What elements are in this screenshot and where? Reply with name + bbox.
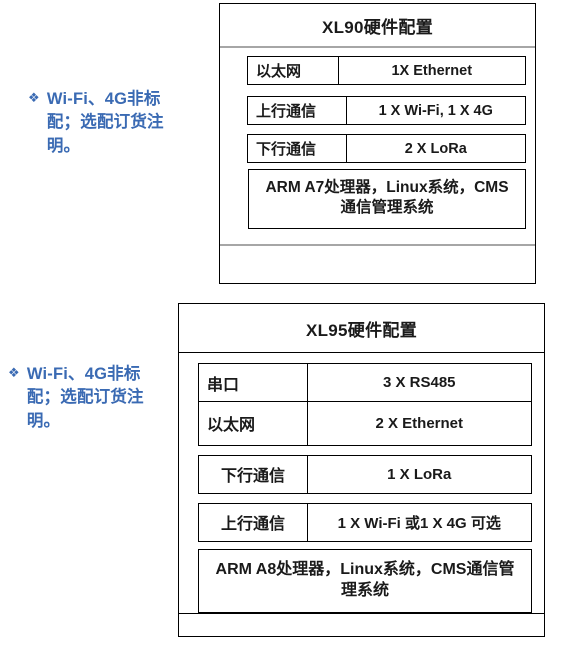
table-row: 串口 3 X RS485 [198,363,532,402]
spec-table-xl90: 以太网 1X Ethernet 上行通信 1 X Wi-Fi, 1 X 4G 下… [220,48,535,244]
note-block-xl95: ❖ Wi-Fi、4G非标配；选配订货注明。 [8,363,155,433]
spec-table-xl95: 串口 3 X RS485 以太网 2 X Ethernet 下行通信 1 X L… [179,353,544,614]
spec-value: 1 X Wi-Fi 或1 X 4G 可选 [306,502,532,542]
diamond-bullet-icon: ❖ [28,90,40,105]
spec-value: 1 X Wi-Fi, 1 X 4G [345,96,526,125]
diamond-bullet-icon: ❖ [8,365,20,380]
spec-value: 1 X LoRa [306,454,532,494]
spec-label: 上行通信 [198,502,308,542]
spec-panel-xl90: XL90硬件配置 以太网 1X Ethernet 上行通信 1 X Wi-Fi,… [219,3,536,284]
spec-label: 上行通信 [247,96,347,125]
table-row: 下行通信 2 X LoRa [247,134,526,163]
spec-label: 以太网 [247,56,339,85]
note-block-xl90: ❖ Wi-Fi、4G非标配；选配订货注明。 [28,88,175,158]
table-row: 上行通信 1 X Wi-Fi, 1 X 4G [247,96,526,125]
note-text: Wi-Fi、4G非标配；选配订货注明。 [46,90,164,155]
panel-title-xl90: XL90硬件配置 [220,4,535,48]
table-row: 上行通信 1 X Wi-Fi 或1 X 4G 可选 [198,502,532,542]
spec-panel-xl95: XL95硬件配置 串口 3 X RS485 以太网 2 X Ethernet 下… [178,303,545,637]
spec-value: 2 X Ethernet [306,400,532,446]
spec-summary: ARM A8处理器，Linux系统，CMS通信管理系统 [198,548,532,614]
spec-value: 3 X RS485 [306,363,532,402]
spec-summary: ARM A7处理器，Linux系统，CMS通信管理系统 [248,169,526,229]
note-text: Wi-Fi、4G非标配；选配订货注明。 [26,365,144,430]
panel-title-xl95: XL95硬件配置 [179,304,544,353]
table-row: 以太网 1X Ethernet [247,56,526,85]
table-row: 以太网 2 X Ethernet [198,400,532,446]
spec-label: 下行通信 [198,454,308,494]
table-row: 下行通信 1 X LoRa [198,454,532,494]
spec-label: 下行通信 [247,134,347,163]
spec-value: 2 X LoRa [345,134,526,163]
spec-label: 串口 [198,363,308,402]
panel-footer [179,613,544,636]
panel-footer [220,244,535,283]
spec-value: 1X Ethernet [337,56,526,85]
spec-label: 以太网 [198,400,308,446]
